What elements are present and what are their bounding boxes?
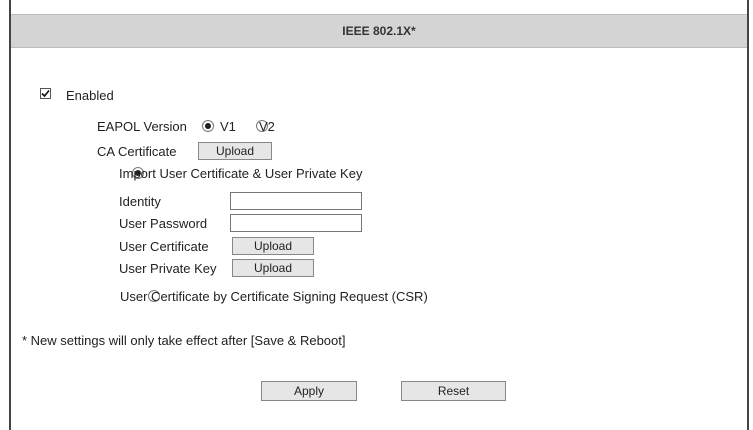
import-user-certificate-label: Import User Certificate & User Private K… <box>119 166 363 181</box>
eapol-v2-label: V2 <box>259 119 275 134</box>
enabled-label: Enabled <box>66 88 114 103</box>
user-password-label: User Password <box>119 216 208 231</box>
page-title: IEEE 802.1X* <box>11 14 747 48</box>
user-certificate-upload-button[interactable]: Upload <box>232 237 314 255</box>
user-certificate-label: User Certificate <box>119 239 209 254</box>
apply-button[interactable]: Apply <box>261 381 357 401</box>
user-password-input[interactable] <box>230 214 362 232</box>
csr-label: User Certificate by Certificate Signing … <box>120 289 428 304</box>
enabled-checkbox[interactable] <box>40 88 51 99</box>
user-private-key-label: User Private Key <box>119 261 217 276</box>
settings-panel: IEEE 802.1X* Enabled EAPOL Version V1 V2… <box>9 0 749 430</box>
eapol-v1-radio[interactable] <box>202 120 214 132</box>
checkmark-icon <box>41 89 50 98</box>
eapol-v1-label: V1 <box>220 119 236 134</box>
eapol-version-label: EAPOL Version <box>97 119 187 134</box>
identity-input[interactable] <box>230 192 362 210</box>
reset-button[interactable]: Reset <box>401 381 506 401</box>
identity-label: Identity <box>119 194 161 209</box>
ca-certificate-upload-button[interactable]: Upload <box>198 142 272 160</box>
user-private-key-upload-button[interactable]: Upload <box>232 259 314 277</box>
reboot-note: * New settings will only take effect aft… <box>22 333 346 348</box>
ca-certificate-label: CA Certificate <box>97 144 177 159</box>
